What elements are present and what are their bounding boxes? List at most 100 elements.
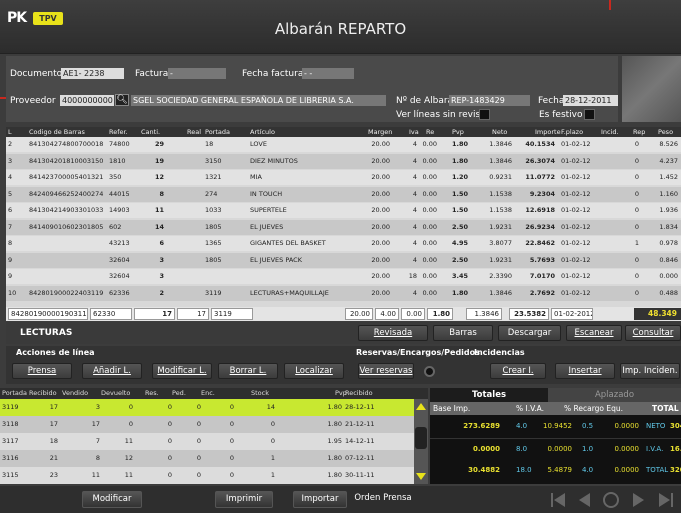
current-iva-field[interactable]: 4.00	[375, 308, 399, 320]
column-header-peso[interactable]: Peso	[658, 127, 673, 137]
anadir-line-button[interactable]: Añadir L.	[82, 363, 142, 379]
column-header-incid[interactable]: Incid.	[601, 127, 619, 137]
lines-grid[interactable]: L Codigo de Barras Refer. Canti. Real Portada…	[6, 127, 681, 307]
table-row[interactable]: 3 841304201810003150 1810 19 3150 DIEZ MINUTO…	[6, 153, 681, 169]
scroll-up-icon[interactable]	[416, 403, 426, 410]
current-canti-field[interactable]: 17	[134, 308, 175, 320]
portadas-row[interactable]: 3115 23 11 11 0 0 0 1 1.80 30-11-11	[0, 467, 414, 484]
proveedor-code-field[interactable]: 4000000000	[60, 95, 114, 106]
scroll-thumb[interactable]	[415, 427, 427, 449]
portadas-row[interactable]: 3117 18 7 11 0 0 0 0 1.95 14-12-11	[0, 433, 414, 450]
importar-button[interactable]: Importar	[293, 491, 347, 508]
current-fplazo-field[interactable]: 01-02-2012	[551, 308, 593, 320]
refresh-icon[interactable]	[603, 492, 619, 508]
column-header-pvp[interactable]: Pvp	[452, 127, 464, 137]
crear-incidencia-button[interactable]: Crear I.	[490, 363, 546, 379]
localizar-button[interactable]: Localizar	[284, 363, 344, 379]
table-row[interactable]: 9 32604 3 1805 EL JUEVES PACK 20.00 4 0.00 2.50 1…	[6, 252, 681, 268]
portadas-scrollbar[interactable]	[414, 399, 428, 484]
portadas-cell-portada: 3119	[2, 403, 19, 411]
barras-button[interactable]: Barras	[433, 325, 493, 341]
column-header-rep[interactable]: Rep	[633, 127, 645, 137]
modificar-line-button[interactable]: Modificar L.	[152, 363, 212, 379]
portadas-row[interactable]: 3118 17 17 0 0 0 0 0 1.80 21-12-11	[0, 416, 414, 433]
portadas-header-ped[interactable]: Ped.	[172, 388, 186, 399]
portadas-header-vendido[interactable]: Vendido	[62, 388, 88, 399]
current-ref-field[interactable]: 62330	[90, 308, 132, 320]
current-margen-field[interactable]: 20.00	[345, 308, 373, 320]
table-row[interactable]: 5 842409466252400274 44015 8 274 IN TOUCH 20.0…	[6, 186, 681, 202]
first-record-icon[interactable]	[551, 493, 565, 507]
cell-iva: 18	[408, 272, 417, 280]
prensa-button[interactable]: Prensa	[12, 363, 72, 379]
ver-lineas-checkbox[interactable]	[479, 109, 490, 120]
factura-field[interactable]: -	[168, 68, 226, 79]
num-albaran-field[interactable]: REP-1483429	[449, 95, 530, 106]
borrar-line-button[interactable]: Borrar L.	[218, 363, 278, 379]
modificar-button[interactable]: Modificar	[82, 491, 142, 508]
column-header-neto[interactable]: Neto	[492, 127, 507, 137]
insertar-button[interactable]: Insertar	[555, 363, 615, 379]
last-record-icon[interactable]	[659, 493, 673, 507]
revisada-button[interactable]: Revisada	[358, 325, 428, 341]
column-header-re[interactable]: Re	[426, 127, 434, 137]
column-header-margen[interactable]: Margen	[368, 127, 392, 137]
column-header-iva[interactable]: Iva	[409, 127, 419, 137]
column-header-codigo[interactable]: Codigo de Barras	[29, 127, 85, 137]
search-icon[interactable]: 🔍︎	[115, 94, 129, 106]
column-header-l[interactable]: L	[8, 127, 12, 137]
current-pvp-field[interactable]: 1.80	[427, 308, 453, 320]
portadas-cell-devuelto: 0	[128, 403, 133, 411]
portadas-header-stock[interactable]: Stock	[251, 388, 269, 399]
portadas-grid[interactable]: Portada Recibido Vendido Devuelto Res. Ped. En…	[0, 388, 428, 484]
portadas-row[interactable]: 3119 17 3 0 0 0 0 14 1.80 28-12-11	[0, 399, 414, 416]
portadas-header-portada[interactable]: Portada	[2, 388, 27, 399]
fecha-field[interactable]: 28-12-2011	[563, 95, 618, 106]
table-row[interactable]: 6 841304214903301033 14903 11 1033 SUPERTELE 2…	[6, 203, 681, 218]
cell-canti: 2	[159, 288, 164, 297]
portadas-header-res[interactable]: Res.	[145, 388, 159, 399]
column-header-real[interactable]: Real	[187, 127, 201, 137]
cell-fplazo: 01-02-12	[561, 189, 591, 198]
table-row[interactable]: 9 32604 3 20.00 18 0.00 3.45 2.3390 7.0170 01-02-…	[6, 269, 681, 284]
previous-record-icon[interactable]	[579, 493, 590, 507]
table-row[interactable]: 4 841423700005401321 350 12 1321 MIA 20.00 4 0.0…	[6, 170, 681, 185]
fecha-factura-field[interactable]: - -	[302, 68, 354, 79]
ver-reservas-button[interactable]: Ver reservas	[358, 363, 414, 379]
portadas-header-enc[interactable]: Enc.	[201, 388, 215, 399]
column-header-articulo[interactable]: Artículo	[250, 127, 275, 137]
descargar-button[interactable]: Descargar	[498, 325, 561, 341]
column-header-canti[interactable]: Canti.	[141, 127, 160, 137]
portadas-cell-recibido: 17	[49, 420, 58, 428]
es-festivo-checkbox[interactable]	[584, 109, 595, 120]
imp-inciden-button[interactable]: Imp. Inciden.	[620, 363, 680, 379]
portadas-header-fecha[interactable]: Recibido	[345, 388, 373, 399]
table-row[interactable]: 7 841409010602301805 602 14 1805 EL JUEVES 20.…	[6, 219, 681, 235]
current-codigo-field[interactable]: 842801900001903119	[8, 308, 88, 320]
next-record-icon[interactable]	[633, 493, 644, 507]
imprimir-button[interactable]: Imprimir	[215, 491, 273, 508]
escanear-button[interactable]: Escanear	[566, 325, 622, 341]
table-row[interactable]: 2 841304274800700018 74800 29 18 LOVE 20.00 4 0.…	[6, 137, 681, 152]
column-header-portada[interactable]: Portada	[205, 127, 230, 137]
portadas-header-recibido[interactable]: Recibido	[29, 388, 57, 399]
column-header-fplazo[interactable]: F.plazo	[561, 127, 583, 137]
documento-field[interactable]: AE1- 2238	[61, 68, 124, 79]
tab-totales[interactable]: Totales	[430, 388, 548, 402]
table-row[interactable]: 8 43213 6 1365 GIGANTES DEL BASKET 20.00 4 0.00…	[6, 236, 681, 251]
current-portada-field[interactable]: 3119	[211, 308, 253, 320]
current-re-field[interactable]: 0.00	[401, 308, 425, 320]
current-importe-field[interactable]: 23.5382	[509, 308, 549, 320]
current-neto-field[interactable]: 1.3846	[466, 308, 502, 320]
portadas-row[interactable]: 3116 21 8 12 0 0 0 1 1.80 07-12-11	[0, 450, 414, 467]
portadas-header-devuelto[interactable]: Devuelto	[101, 388, 130, 399]
column-header-importe[interactable]: Importe	[535, 127, 561, 137]
scroll-down-icon[interactable]	[416, 473, 426, 480]
cell-peso: 8.526	[659, 140, 678, 148]
tab-aplazado[interactable]: Aplazado	[548, 388, 681, 402]
table-row[interactable]: 10 842801900022403119 62336 2 3119 LECTURAS+M…	[6, 285, 681, 301]
current-real-field[interactable]: 17	[177, 308, 209, 320]
orden-prensa-button[interactable]: Orden Prensa	[352, 491, 414, 508]
consultar-button[interactable]: Consultar	[625, 325, 681, 341]
column-header-ref[interactable]: Refer.	[109, 127, 128, 137]
